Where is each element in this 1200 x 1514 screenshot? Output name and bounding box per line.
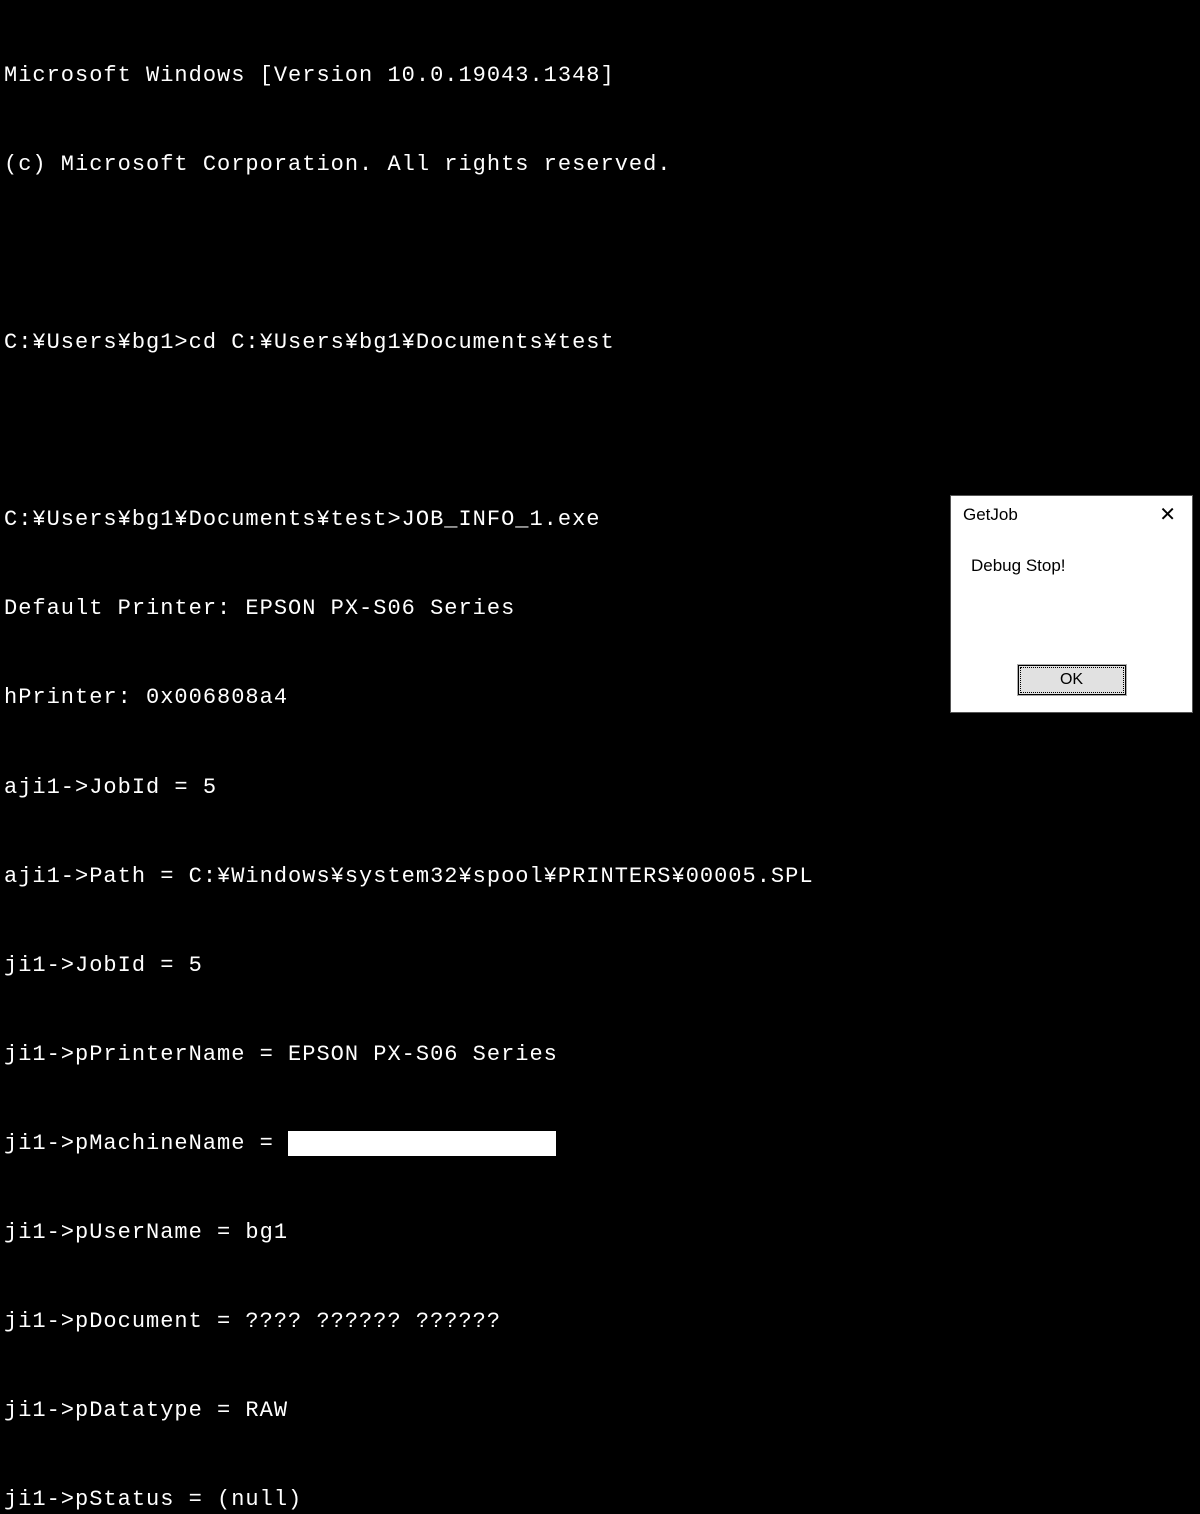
terminal-line: aji1->JobId = 5 [4, 773, 1196, 803]
dialog-footer: OK [951, 664, 1192, 696]
message-box: GetJob ✕ Debug Stop! OK [950, 495, 1193, 713]
terminal-line: C:¥Users¥bg1>cd C:¥Users¥bg1¥Documents¥t… [4, 328, 1196, 358]
machine-name-label: ji1->pMachineName = [4, 1131, 288, 1156]
terminal-line: ji1->pDocument = ???? ?????? ?????? [4, 1307, 1196, 1337]
dialog-message: Debug Stop! [951, 534, 1192, 598]
terminal-line [4, 417, 1196, 446]
terminal-line: ji1->JobId = 5 [4, 951, 1196, 981]
terminal-line: ji1->pStatus = (null) [4, 1485, 1196, 1514]
ok-button[interactable]: OK [1017, 664, 1127, 696]
dialog-titlebar[interactable]: GetJob ✕ [951, 496, 1192, 534]
dialog-title: GetJob [963, 505, 1018, 525]
redacted-block [288, 1131, 556, 1156]
terminal-output: Microsoft Windows [Version 10.0.19043.13… [0, 0, 1200, 1514]
terminal-line-machine: ji1->pMachineName = [4, 1129, 1196, 1159]
terminal-line: ji1->pUserName = bg1 [4, 1218, 1196, 1248]
terminal-line: Microsoft Windows [Version 10.0.19043.13… [4, 61, 1196, 91]
terminal-line: ji1->pPrinterName = EPSON PX-S06 Series [4, 1040, 1196, 1070]
close-icon[interactable]: ✕ [1155, 505, 1180, 525]
terminal-line: aji1->Path = C:¥Windows¥system32¥spool¥P… [4, 862, 1196, 892]
terminal-line: (c) Microsoft Corporation. All rights re… [4, 150, 1196, 180]
terminal-line: ji1->pDatatype = RAW [4, 1396, 1196, 1426]
terminal-line [4, 240, 1196, 269]
